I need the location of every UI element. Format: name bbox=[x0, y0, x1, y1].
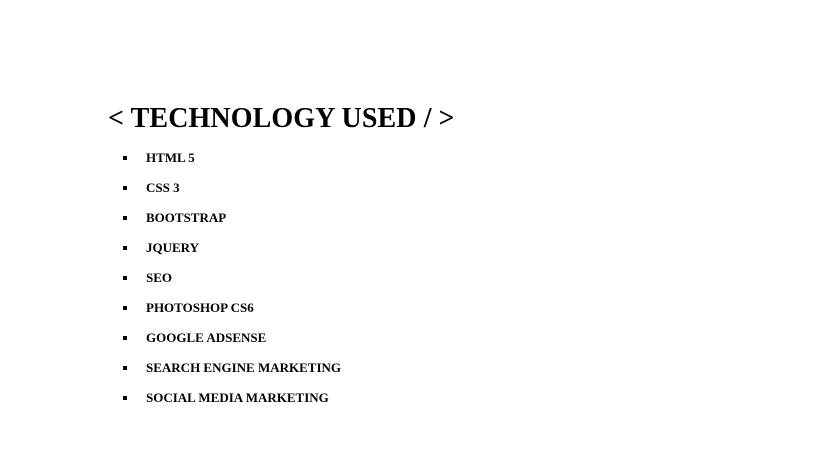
list-item: PHOTOSHOP CS6 bbox=[108, 299, 455, 329]
square-bullet-icon bbox=[123, 186, 127, 190]
list-item: CSS 3 bbox=[108, 179, 455, 209]
list-item-label: HTML 5 bbox=[146, 150, 195, 165]
list-item-label: SOCIAL MEDIA MARKETING bbox=[146, 390, 329, 405]
square-bullet-icon bbox=[123, 156, 127, 160]
square-bullet-icon bbox=[123, 336, 127, 340]
list-item-label: SEO bbox=[146, 270, 173, 285]
list-item: HTML 5 bbox=[108, 149, 455, 179]
square-bullet-icon bbox=[123, 396, 127, 400]
square-bullet-icon bbox=[123, 366, 127, 370]
list-item: SEO bbox=[108, 269, 455, 299]
technology-section: < TECHNOLOGY USED / > HTML 5 CSS 3 BOOTS… bbox=[108, 101, 455, 419]
list-item-label: JQUERY bbox=[146, 240, 199, 255]
list-item: SEARCH ENGINE MARKETING bbox=[108, 359, 455, 389]
list-item-label: PHOTOSHOP CS6 bbox=[146, 300, 254, 315]
square-bullet-icon bbox=[123, 216, 127, 220]
list-item-label: GOOGLE ADSENSE bbox=[146, 330, 267, 345]
list-item: GOOGLE ADSENSE bbox=[108, 329, 455, 359]
square-bullet-icon bbox=[123, 306, 127, 310]
square-bullet-icon bbox=[123, 276, 127, 280]
section-title: < TECHNOLOGY USED / > bbox=[108, 103, 455, 134]
list-item-label: SEARCH ENGINE MARKETING bbox=[146, 360, 342, 375]
list-item-label: CSS 3 bbox=[146, 180, 180, 195]
square-bullet-icon bbox=[123, 246, 127, 250]
list-item: SOCIAL MEDIA MARKETING bbox=[108, 389, 455, 419]
list-item: JQUERY bbox=[108, 239, 455, 269]
list-item: BOOTSTRAP bbox=[108, 209, 455, 239]
technology-list: HTML 5 CSS 3 BOOTSTRAP JQUERY SEO PHOTOS… bbox=[108, 149, 455, 419]
list-item-label: BOOTSTRAP bbox=[146, 210, 227, 225]
